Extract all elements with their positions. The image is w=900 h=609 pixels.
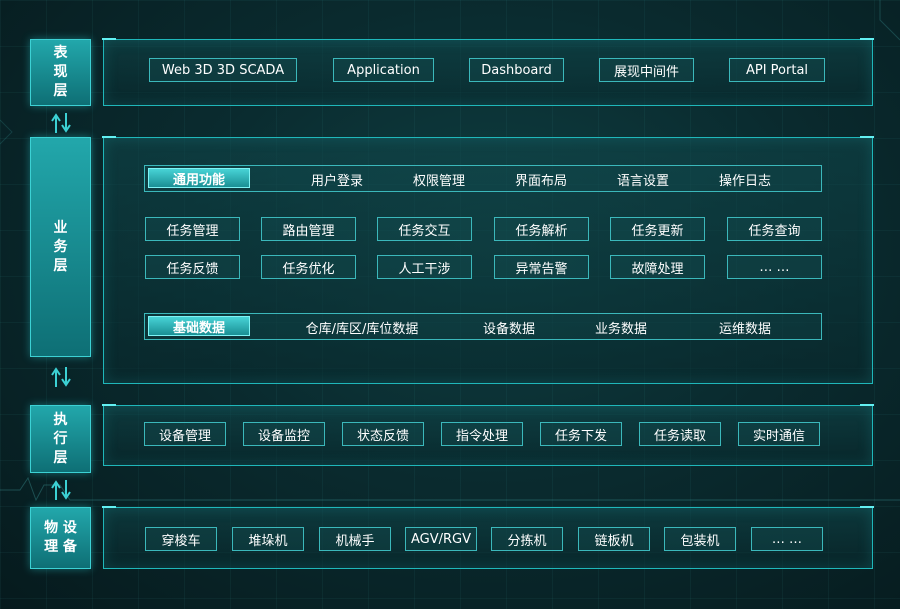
common-item-layout: 界面布局	[514, 174, 568, 189]
updown-arrow-icon	[51, 480, 71, 500]
exec-item: 状态反馈	[342, 422, 424, 446]
device-item: 机械手	[319, 527, 391, 551]
device-item: 分拣机	[491, 527, 563, 551]
exec-item: 设备监控	[243, 422, 325, 446]
exec-item: 指令处理	[441, 422, 523, 446]
base-item-warehouse: 仓库/库区/库位数据	[305, 322, 419, 337]
device-item: 链板机	[578, 527, 650, 551]
presentation-item-application: Application	[333, 58, 434, 82]
updown-arrow-icon	[51, 367, 71, 387]
base-item-device: 设备数据	[482, 322, 536, 337]
presentation-item-middleware: 展现中间件	[599, 58, 694, 82]
task-item: 故障处理	[610, 255, 705, 279]
exec-item: 设备管理	[144, 422, 226, 446]
task-item: 任务查询	[727, 217, 822, 241]
task-item: 任务更新	[610, 217, 705, 241]
device-item: 堆垛机	[232, 527, 304, 551]
task-item: 任务优化	[261, 255, 356, 279]
device-item: AGV/RGV	[405, 527, 477, 551]
task-item-more: … …	[727, 255, 822, 279]
base-data-tag: 基础数据	[148, 316, 250, 336]
execution-layer-label: 执 行 层	[30, 405, 91, 473]
presentation-layer-label: 表 现 层	[30, 39, 91, 106]
common-item-language: 语言设置	[616, 174, 670, 189]
exec-item: 任务下发	[540, 422, 622, 446]
common-functions-tag: 通用功能	[148, 168, 250, 188]
common-item-oplog: 操作日志	[718, 174, 772, 189]
task-item: 路由管理	[261, 217, 356, 241]
exec-item: 实时通信	[738, 422, 820, 446]
device-item: 包装机	[664, 527, 736, 551]
device-item-more: … …	[751, 527, 823, 551]
task-item: 任务反馈	[145, 255, 240, 279]
task-item: 人工干涉	[377, 255, 472, 279]
device-item: 穿梭车	[145, 527, 217, 551]
exec-item: 任务读取	[639, 422, 721, 446]
physical-layer-label: 物 设 理 备	[30, 507, 91, 569]
presentation-item-api-portal: API Portal	[729, 58, 825, 82]
task-item: 任务管理	[145, 217, 240, 241]
task-item: 任务解析	[494, 217, 589, 241]
base-item-ops: 运维数据	[718, 322, 772, 337]
presentation-item-web3d-scada: Web 3D 3D SCADA	[149, 58, 297, 82]
task-item: 任务交互	[377, 217, 472, 241]
common-item-permission: 权限管理	[412, 174, 466, 189]
common-item-login: 用户登录	[310, 174, 364, 189]
updown-arrow-icon	[51, 113, 71, 133]
base-item-business: 业务数据	[594, 322, 648, 337]
task-item: 异常告警	[494, 255, 589, 279]
business-layer-label: 业 务 层	[30, 137, 91, 357]
presentation-item-dashboard: Dashboard	[469, 58, 564, 82]
